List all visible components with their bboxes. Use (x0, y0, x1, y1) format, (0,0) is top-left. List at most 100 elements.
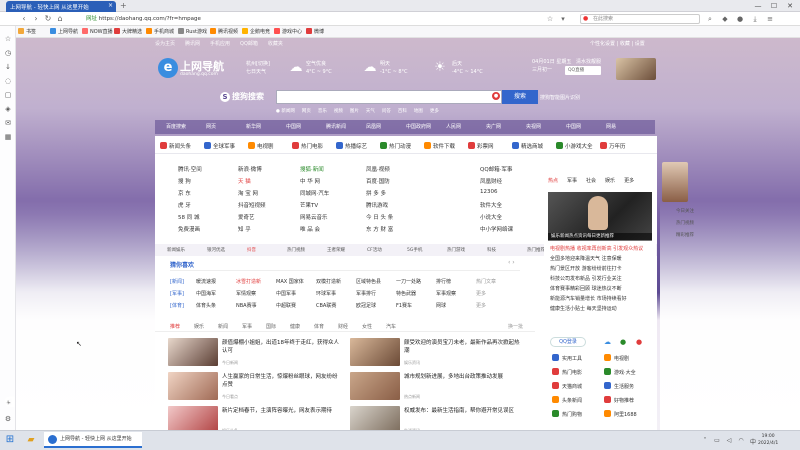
note-icon[interactable]: ▢ (3, 90, 13, 100)
news-link[interactable]: 中国海军 (196, 290, 216, 297)
news-link[interactable]: 中超联赛 (276, 302, 296, 309)
right-tab[interactable]: 社会 (586, 178, 596, 184)
news-link[interactable]: F1赛车 (396, 302, 412, 309)
quick-link[interactable]: 精选商城 (512, 142, 543, 150)
start-button[interactable]: ⊞ (4, 434, 16, 446)
maximize-button[interactable]: ☐ (768, 0, 780, 12)
news-link[interactable]: NBA赛事 (236, 302, 257, 309)
news-link[interactable]: 体育头条 (196, 302, 216, 309)
feed-tab[interactable]: 国际 (266, 323, 276, 330)
wifi-icon[interactable]: ◠ (736, 437, 746, 444)
site-link[interactable]: 58 同 城 (178, 213, 200, 221)
feed-tab[interactable]: 军事 (242, 323, 252, 330)
site-link[interactable]: 腾讯游戏 (366, 201, 388, 209)
cloud-app-icon[interactable]: ☁ (604, 338, 611, 346)
news-link[interactable]: 更多 (476, 302, 486, 309)
news-row-tag[interactable]: [新闻] (170, 278, 184, 285)
search-icon[interactable]: ⌕ (705, 14, 715, 24)
news-link[interactable]: 中国军事 (276, 290, 296, 297)
search-quick-link[interactable]: 视频 (334, 109, 343, 114)
site-link[interactable]: 小说大全 (480, 213, 502, 221)
feed-tab[interactable]: 女性 (362, 323, 372, 330)
bookmark-item[interactable]: 游戏中心 (274, 28, 302, 37)
site-link[interactable]: 12306 (480, 189, 498, 195)
extension-icon[interactable]: ◆ (720, 14, 730, 24)
news-link[interactable]: 热门文章 (476, 278, 496, 285)
right-tab[interactable]: 娱乐 (605, 178, 615, 184)
quick-link[interactable]: 全球军事 (204, 142, 235, 150)
hot-link[interactable]: 热门视频 (287, 247, 305, 253)
feed-tab[interactable]: 娱乐 (194, 323, 204, 330)
search-quick-link[interactable]: 百科 (398, 109, 407, 114)
user-icon[interactable]: ● (735, 14, 745, 24)
category-item[interactable]: 凤凰网 (366, 123, 381, 130)
news-link[interactable]: 排行榜 (436, 278, 451, 285)
download-side-icon[interactable]: ↓ (3, 62, 13, 72)
site-link[interactable]: 今 日 头 条 (366, 213, 393, 221)
app-link[interactable]: 电视剧 (604, 354, 629, 362)
quick-link[interactable]: 软件下载 (424, 142, 455, 150)
search-input[interactable] (276, 90, 502, 104)
bookmark-item[interactable]: 大牌精选 (114, 28, 142, 37)
volume-icon[interactable]: ◁ (724, 437, 734, 444)
quick-link[interactable]: 万年历 (600, 142, 626, 150)
news-link[interactable]: 军情观察 (236, 290, 256, 297)
quick-link[interactable]: 热播综艺 (336, 142, 367, 150)
category-item[interactable]: 央广网 (486, 123, 501, 130)
chat-icon[interactable]: ◌ (3, 76, 13, 86)
feed-title[interactable]: 城市规划新进展，多地出台政策推动发展 (404, 373, 524, 381)
bookmark-item[interactable]: 上网导航 (50, 28, 78, 37)
weather-1[interactable]: 杭州[切换] 七日天气 (246, 60, 270, 76)
news-link[interactable]: 军事观察 (436, 290, 456, 297)
home-icon[interactable]: ⌂ (54, 13, 66, 25)
app-link[interactable]: 实用工具 (552, 354, 582, 362)
hot-link[interactable]: 新闻娱乐 (167, 247, 185, 253)
right-news-item[interactable]: 电视剧热播 收视率再创新高 引发观众热议 (550, 245, 654, 252)
mail-icon[interactable]: ✉ (3, 118, 13, 128)
news-link[interactable]: 欧冠足球 (356, 302, 376, 309)
news-link[interactable]: 冰雪打造新 (236, 278, 261, 285)
site-link[interactable]: 知 乎 (238, 225, 251, 233)
site-link[interactable]: 淘 宝 网 (238, 189, 258, 197)
app-link[interactable]: 热门电影 (552, 368, 582, 376)
top-link[interactable]: 腾讯网 (185, 41, 200, 47)
site-link[interactable]: 搜狐·新闻 (300, 165, 324, 173)
back-icon[interactable]: ‹ (18, 13, 30, 25)
calendar-extra[interactable]: 清水找靓服 (576, 58, 601, 65)
news-row-tag[interactable]: [体育] (170, 302, 184, 309)
tab-close-icon[interactable]: × (108, 2, 113, 9)
star-icon[interactable]: ☆ (545, 14, 555, 24)
download-icon[interactable]: ⤓ (750, 14, 760, 24)
news-link[interactable]: 特色武器 (396, 290, 416, 297)
image-search-link[interactable]: 搜狗智能图片识别 (540, 94, 580, 101)
top-link[interactable]: 收藏夹 (268, 41, 283, 47)
feed-tab[interactable]: 财经 (338, 323, 348, 330)
news-row-tag[interactable]: [军事] (170, 290, 184, 297)
browser-search-input[interactable]: ● 在此搜索 (580, 14, 700, 24)
voice-search-icon[interactable]: ● (492, 92, 500, 100)
site-link[interactable]: 免费漫画 (178, 225, 200, 233)
feed-tab[interactable]: 汽车 (386, 323, 396, 330)
site-logo[interactable]: e 上网导航 daohang.qq.com (158, 58, 234, 80)
feed-thumbnail[interactable] (350, 338, 400, 366)
quick-link[interactable]: 小游戏大全 (556, 142, 593, 150)
news-link[interactable]: 区域特色县 (356, 278, 381, 285)
site-link[interactable]: 天 猫 (238, 177, 251, 185)
file-explorer-icon[interactable]: ▰ (24, 433, 38, 447)
page-top-right[interactable]: 个性化设置 | 收藏 | 设置 (590, 40, 645, 47)
category-item[interactable]: 网页 (206, 123, 216, 130)
favorites-icon[interactable]: ☆ (3, 34, 13, 44)
header-ad-image[interactable] (616, 58, 656, 80)
right-tab[interactable]: 热点 (548, 178, 558, 184)
site-link[interactable]: 同城网·汽车 (300, 189, 329, 197)
site-link[interactable]: 凤凰·视频 (366, 165, 390, 173)
url-field[interactable]: 网址 https://daohang.qq.com/?fr=hmpage (86, 14, 536, 24)
news-link[interactable]: 网球 (436, 302, 446, 309)
news-link[interactable]: 一刀一处路 (396, 278, 421, 285)
search-quick-link[interactable]: 图片 (350, 109, 359, 114)
category-item[interactable]: 网易 (606, 123, 616, 130)
app-link[interactable]: 生活服务 (604, 382, 634, 390)
search-quick-link[interactable]: 网页 (302, 109, 311, 114)
search-quick-link[interactable]: 地图 (414, 109, 423, 114)
site-link[interactable]: 网易云音乐 (300, 213, 328, 221)
